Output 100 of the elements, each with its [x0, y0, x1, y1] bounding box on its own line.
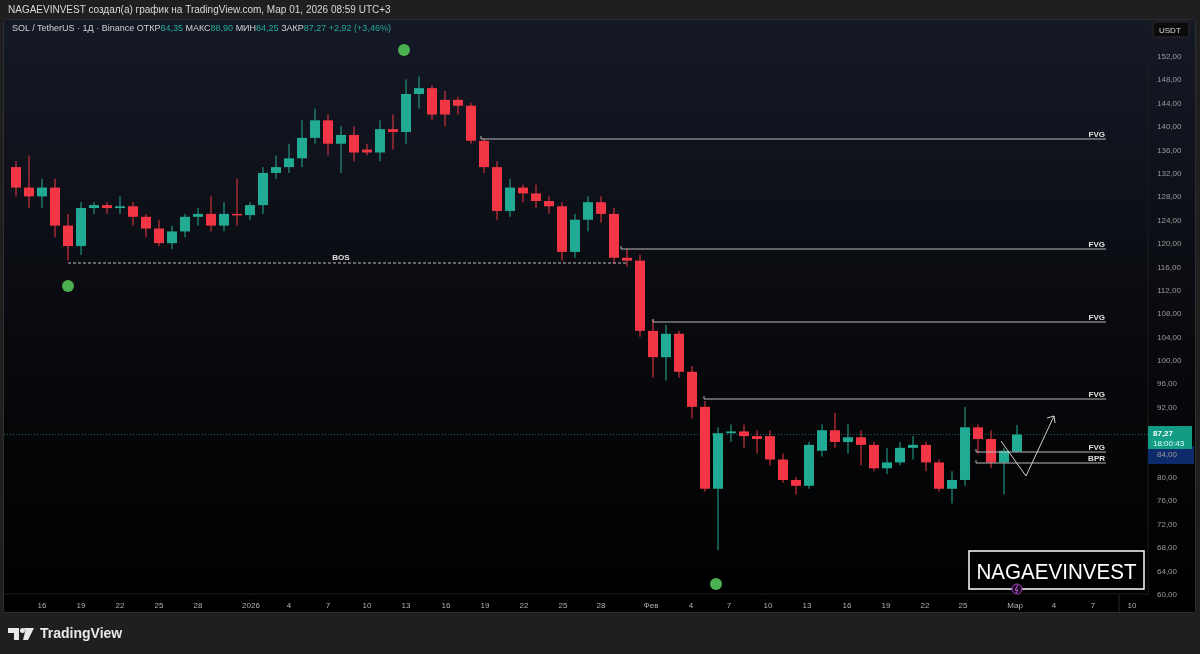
candlestick	[63, 213, 73, 262]
candlestick	[505, 178, 515, 218]
date-tick-label: 7	[1090, 601, 1096, 610]
candlestick	[24, 154, 34, 209]
pivot-dot	[62, 280, 74, 292]
date-tick-label: 4	[688, 601, 694, 610]
level-label: FVG	[1088, 240, 1105, 249]
date-tick-label: 10	[362, 601, 372, 610]
price-tick-label: 96,00	[1157, 379, 1178, 389]
candlestick	[687, 365, 697, 420]
level-label: FVG	[1088, 313, 1105, 322]
candlestick	[297, 119, 307, 168]
price-tick-label: 104,00	[1157, 332, 1182, 342]
price-tick-label: 136,00	[1157, 145, 1182, 155]
candlestick	[973, 423, 983, 455]
candlestick	[726, 423, 736, 443]
price-tick-label: 60,00	[1157, 590, 1178, 599]
candlestick	[284, 143, 294, 174]
candlestick	[232, 178, 242, 227]
candlestick	[674, 330, 684, 379]
candlestick	[765, 429, 775, 466]
level-label: FVG	[1088, 130, 1105, 139]
candlestick	[323, 114, 333, 156]
date-tick-label: 25	[558, 601, 568, 610]
price-tick-label: 64,00	[1157, 566, 1178, 576]
date-tick-label: 19	[76, 601, 86, 610]
candlestick	[271, 154, 281, 180]
candlestick	[258, 166, 268, 215]
break-label: BOS	[332, 253, 350, 262]
date-tick-label: 7	[325, 601, 331, 610]
candlestick	[739, 423, 749, 449]
level-line[interactable]	[975, 448, 1107, 453]
candlestick	[414, 75, 424, 110]
candlestick	[856, 429, 866, 466]
candlestick	[466, 102, 476, 145]
level-label: FVG	[1088, 390, 1105, 399]
candlestick	[557, 201, 567, 262]
date-tick-label: Мар	[1007, 601, 1023, 610]
candlestick	[219, 201, 229, 232]
pivot-dot	[710, 578, 722, 590]
candlestick	[401, 78, 411, 145]
date-tick-label: 4	[286, 601, 292, 610]
candlestick	[596, 195, 606, 224]
candlestick	[882, 447, 892, 475]
level-label: FVG	[1088, 443, 1105, 452]
date-tick-label: 16	[37, 601, 47, 610]
candlestick	[791, 476, 801, 496]
candlestick	[492, 160, 502, 221]
candlestick	[336, 125, 346, 174]
candlestick	[102, 201, 112, 215]
candlestick	[37, 178, 47, 209]
date-tick-label: 22	[519, 601, 529, 610]
price-tick-label: 112,00	[1157, 285, 1181, 295]
candlestick	[141, 213, 151, 238]
currency-badge[interactable]: USDT	[1152, 21, 1190, 38]
candlestick	[154, 219, 164, 247]
date-tick-label: 28	[193, 601, 203, 610]
level-line[interactable]	[975, 459, 1107, 464]
candlestick	[843, 423, 853, 455]
candlestick	[778, 453, 788, 484]
candlestick	[427, 84, 437, 121]
break-line[interactable]	[67, 262, 629, 264]
price-tick-label: 152,00	[1157, 52, 1182, 61]
author-badge: NAGAEVINVEST	[968, 550, 1148, 590]
candlestick	[947, 470, 957, 504]
date-tick-label: 16	[842, 601, 852, 610]
price-tick-label: 140,00	[1157, 122, 1182, 132]
price-tick-label: 128,00	[1157, 192, 1182, 202]
date-tick-label: 13	[802, 601, 812, 610]
candlestick	[310, 108, 320, 145]
candlestick	[50, 178, 60, 238]
candlestick	[245, 201, 255, 221]
candlestick	[180, 213, 190, 238]
price-tick-label: 144,00	[1157, 98, 1182, 108]
candlestick	[115, 195, 125, 215]
candlestick	[817, 423, 827, 458]
pivot-dot	[398, 44, 410, 56]
candlestick	[375, 119, 385, 162]
candlestick	[531, 184, 541, 209]
candlestick	[830, 412, 840, 449]
projection-arrow[interactable]	[1000, 415, 1056, 477]
candlestick	[518, 184, 528, 203]
candlestick	[193, 207, 203, 227]
candlestick	[869, 441, 879, 472]
logo-icon	[8, 627, 34, 640]
price-tick-label: 92,00	[1157, 402, 1178, 412]
price-tick-label: 72,00	[1157, 519, 1178, 529]
candlestick	[453, 96, 463, 115]
chart-title: NAGAEVINVEST создал(а) график на TradingView.com, Мар 01, 2026 08:59 UTC+3	[8, 3, 391, 17]
date-tick-label: 10	[1127, 601, 1137, 610]
candlestick	[167, 225, 177, 250]
price-tick-label: 120,00	[1157, 239, 1182, 249]
price-tick-label: 108,00	[1157, 309, 1182, 319]
candlestick	[661, 324, 671, 382]
date-tick-label: 16	[441, 601, 451, 610]
candlestick	[479, 137, 489, 174]
lightning-icon[interactable]	[1011, 583, 1023, 595]
date-tick-label: 28	[596, 601, 606, 610]
date-tick-label: 19	[480, 601, 490, 610]
date-tick-label: 19	[881, 601, 891, 610]
